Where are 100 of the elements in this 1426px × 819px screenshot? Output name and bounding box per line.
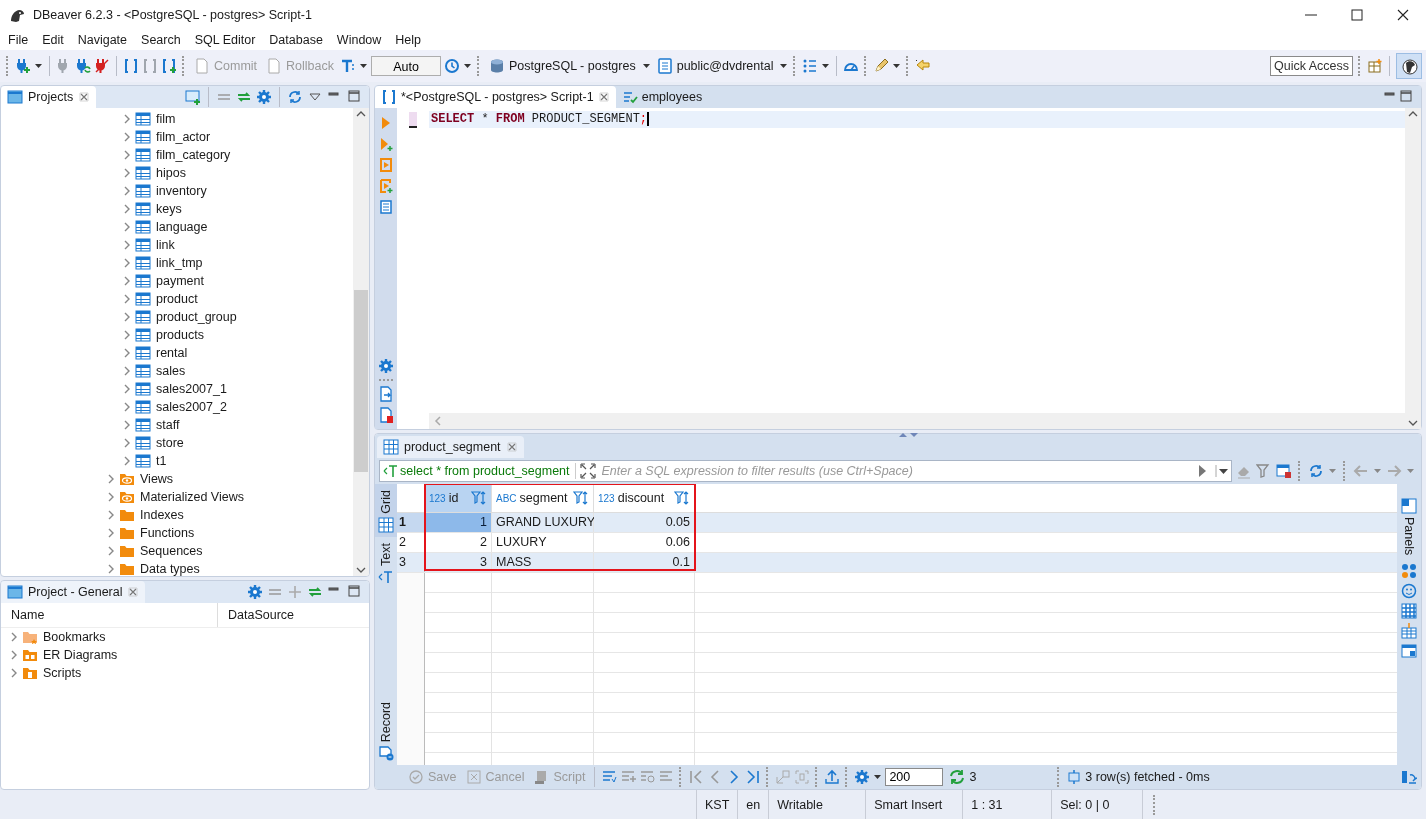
scrollbar-thumb[interactable] [354,290,368,472]
tree-item[interactable]: store [154,436,184,450]
tree-item[interactable]: products [154,328,204,342]
filter-sort-icon[interactable] [573,490,589,506]
tree-item[interactable]: sales2007_1 [154,382,227,396]
view-tab[interactable]: Text [375,536,397,589]
list-icon[interactable] [802,58,819,74]
chevron-right-icon[interactable] [122,185,132,197]
tree-item[interactable]: payment [154,274,204,288]
bracket-icon[interactable] [142,58,158,74]
editor-tab[interactable]: *<PostgreSQL - postgres> Script-1 [375,86,616,108]
chevron-right-icon[interactable] [122,383,132,395]
chevron-right-icon[interactable] [122,131,132,143]
refresh-button[interactable]: 3 [946,769,980,785]
filter-field[interactable]: select * from product_segment Enter a SQL expression to filter results (use Ctrl+Space) [379,460,1232,482]
chevron-right-icon[interactable] [122,221,132,233]
column-header[interactable]: Name [1,603,218,627]
maximize-icon[interactable] [347,584,363,600]
chevron-right-icon[interactable] [106,545,116,557]
menu-item[interactable]: Help [388,33,429,47]
tree-item[interactable]: rental [154,346,188,360]
tree-item[interactable]: ER Diagrams [41,648,118,662]
edit-lines-icon[interactable] [601,769,618,785]
chevron-right-icon[interactable] [122,257,132,269]
tree-item[interactable]: t1 [154,454,167,468]
bracket-icon[interactable] [123,58,139,74]
pointer-icon[interactable] [915,58,932,74]
tree-item[interactable]: sales [154,364,186,378]
window-icon[interactable] [1401,643,1417,660]
document-error-icon[interactable] [378,407,394,423]
column-select-icon[interactable] [1066,769,1083,785]
layout-icon[interactable] [1401,769,1417,785]
column-header[interactable]: ABC segment [492,484,594,512]
perspective-button[interactable] [1396,53,1422,79]
tree-item[interactable]: product [154,292,198,306]
format-icon[interactable] [340,58,356,74]
chevron-right-icon[interactable] [122,419,132,431]
pen-icon[interactable] [873,58,890,74]
chevron-right-icon[interactable] [106,509,116,521]
chevron-right-icon[interactable] [122,293,132,305]
tree-item[interactable]: link [154,238,175,252]
settings-icon[interactable] [256,89,272,105]
chevron-right-icon[interactable] [122,437,132,449]
filter-sort-icon[interactable] [471,490,487,506]
transaction-mode-button[interactable]: Auto [371,56,441,76]
menu-item[interactable]: Navigate [70,33,135,47]
menu-item[interactable]: Database [262,33,330,47]
panel-tab[interactable]: Project - General [1,581,146,603]
tree-item[interactable]: Materialized Views [138,490,244,504]
settings-icon[interactable] [247,584,263,600]
chevron-right-icon[interactable] [106,527,116,539]
fetch-size-field[interactable]: 200 [885,768,944,786]
column-header[interactable]: 123 discount [594,484,695,512]
filter-sort-icon[interactable] [674,490,690,506]
checker-icon[interactable] [1401,603,1417,620]
chevron-right-icon[interactable] [122,149,132,161]
export-icon[interactable] [378,386,394,402]
chevron-right-icon[interactable] [106,473,116,485]
menu-item[interactable]: File [1,33,36,47]
expand-icon[interactable] [579,463,596,479]
filter-table-icon[interactable] [1276,463,1292,479]
chevron-right-icon[interactable] [9,649,19,661]
chevron-right-icon[interactable] [106,491,116,503]
chevron-right-icon[interactable] [122,311,132,323]
datasource-selector[interactable]: PostgreSQL - postgres [486,54,639,78]
panel-tab[interactable]: Projects [1,86,97,108]
chevron-right-icon[interactable] [122,329,132,341]
run-script-plus-icon[interactable] [378,178,394,194]
upload-icon[interactable] [824,769,841,785]
chevron-right-icon[interactable] [122,455,132,467]
table-plus-icon[interactable] [1401,623,1417,640]
tree-item[interactable]: language [154,220,208,234]
tree-item[interactable]: hipos [154,166,186,180]
vertical-scrollbar[interactable] [353,108,369,576]
tree-item[interactable]: keys [154,202,182,216]
results-tab[interactable]: product_segment [377,436,524,458]
tree-item[interactable]: Sequences [138,544,203,558]
view-tab[interactable]: Record [375,695,397,765]
settings-icon[interactable] [854,769,871,785]
chevron-right-icon[interactable] [122,347,132,359]
maximize-icon[interactable] [1349,7,1365,23]
row-number[interactable]: 3 [397,553,425,572]
view-tab[interactable]: Grid [375,484,397,537]
sync-icon[interactable] [1308,463,1324,479]
run-plus-icon[interactable] [378,136,394,152]
history-icon[interactable] [444,58,460,74]
quick-access-field[interactable]: Quick Access [1269,56,1353,76]
menu-item[interactable]: SQL Editor [187,33,263,47]
copy-row-icon[interactable] [639,769,656,785]
panels-tab[interactable]: Panels [1401,492,1417,560]
plug-sync-icon[interactable] [75,58,91,74]
new-folder-icon[interactable] [185,89,201,105]
horizontal-scrollbar[interactable] [429,413,1405,429]
chevron-right-icon[interactable] [122,239,132,251]
dropdown-icon[interactable] [1215,464,1231,478]
chevron-right-icon[interactable] [122,275,132,287]
chevron-right-icon[interactable] [9,631,19,643]
tree-item[interactable]: product_group [154,310,237,324]
tree-item[interactable]: staff [154,418,180,432]
sync-icon[interactable] [287,89,303,105]
